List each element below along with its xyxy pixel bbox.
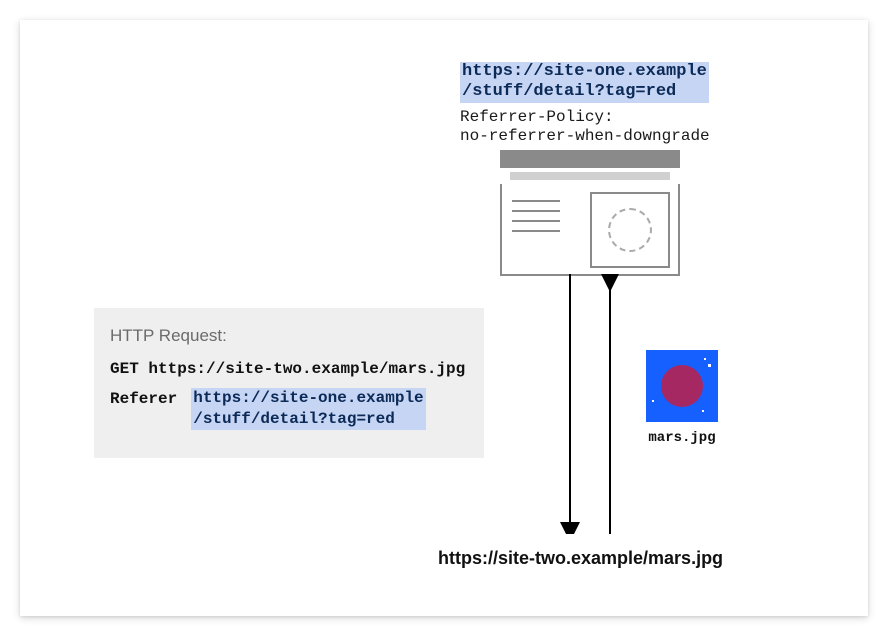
http-referer-value-highlight: https://site-one.example /stuff/detail?t… — [191, 388, 425, 430]
browser-window-icon — [500, 150, 680, 274]
http-request-box: HTTP Request: GET https://site-two.examp… — [94, 308, 484, 458]
origin-url-highlight: https://site-one.example /stuff/detail?t… — [460, 62, 709, 103]
http-referer-row: Referer https://site-one.example /stuff/… — [110, 388, 468, 430]
request-response-arrows-icon — [548, 274, 638, 534]
browser-viewport — [500, 184, 680, 276]
browser-address-bar — [510, 172, 670, 180]
diagram-canvas: https://site-one.example /stuff/detail?t… — [20, 20, 868, 616]
image-loading-icon — [608, 208, 652, 252]
page-image-placeholder — [590, 192, 670, 268]
page-text-lines-icon — [512, 200, 560, 240]
http-get-line: GET https://site-two.example/mars.jpg — [110, 360, 468, 378]
mars-filename-label: mars.jpg — [646, 430, 718, 446]
http-request-label: HTTP Request: — [110, 326, 468, 346]
referrer-policy-text: Referrer-Policy: no-referrer-when-downgr… — [460, 108, 710, 146]
browser-titlebar — [500, 150, 680, 168]
destination-url-label: https://site-two.example/mars.jpg — [438, 548, 723, 569]
http-referer-label: Referer — [110, 388, 177, 408]
planet-icon — [661, 365, 703, 407]
mars-image-thumbnail — [646, 350, 718, 422]
